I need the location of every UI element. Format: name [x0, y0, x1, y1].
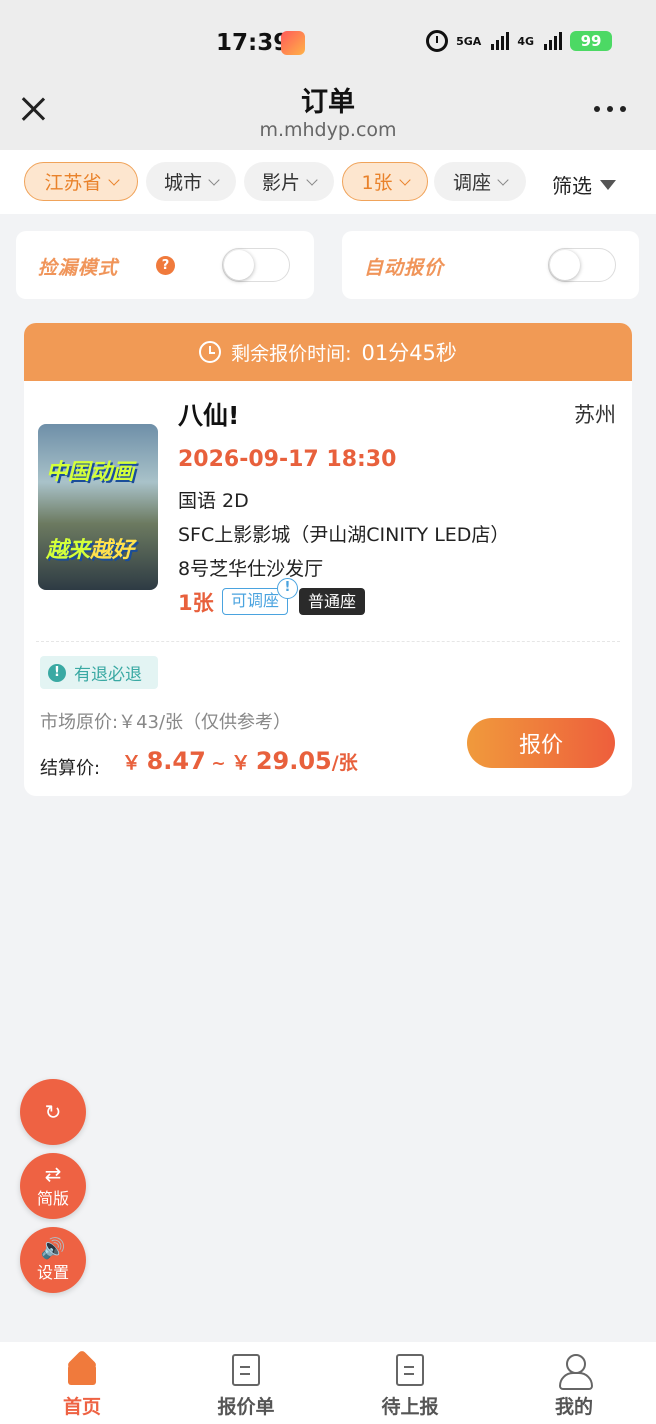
signal-5g-icon: [491, 32, 510, 50]
leak-mode-label: 捡漏模式: [38, 257, 119, 279]
simple-mode-button[interactable]: ⇄ 简版: [20, 1153, 86, 1219]
system-status-icons: 5GA 4G 99: [426, 30, 612, 52]
filter-seat-adjust[interactable]: 调座: [434, 162, 526, 201]
nav-pending[interactable]: 待上报: [328, 1342, 492, 1424]
nav-quotes-label: 报价单: [217, 1396, 275, 1418]
battery-indicator: 99: [570, 31, 612, 51]
chevron-down-icon: [497, 173, 509, 186]
timer-label: 剩余报价时间:: [231, 342, 352, 365]
movie-title: 八仙!: [178, 401, 240, 430]
chevron-down-icon: [208, 173, 220, 186]
document-icon: [232, 1354, 260, 1386]
filter-movie[interactable]: 影片: [244, 162, 334, 201]
timer-value: 01分45秒: [361, 341, 457, 365]
filter-button-label: 筛选: [552, 174, 592, 198]
nav-quotes[interactable]: 报价单: [164, 1342, 328, 1424]
filter-seat-adjust-label: 调座: [452, 172, 491, 194]
user-icon: [558, 1354, 593, 1390]
settings-label: 设置: [36, 1263, 69, 1282]
settle-price-range: ￥ 8.47 ~ ￥ 29.05/张: [122, 747, 358, 775]
settings-button[interactable]: 🔊 设置: [20, 1227, 86, 1293]
filter-province-label: 江苏省: [44, 172, 102, 194]
filter-city-label: 城市: [163, 172, 202, 194]
nav-home[interactable]: 首页: [0, 1342, 164, 1424]
swap-icon: ⇄: [44, 1162, 62, 1186]
cinema-name: SFC上影影城（尹山湖CINITY LED店）: [178, 524, 510, 546]
refund-badge: ! 有退必退: [40, 656, 158, 689]
range-separator: ~: [211, 754, 226, 774]
order-card: 剩余报价时间: 01分45秒 中国动画 越来越好 八仙! 苏州 2026-09-…: [24, 323, 632, 796]
simple-mode-label: 简版: [36, 1189, 69, 1208]
page-title: 订单: [301, 87, 355, 118]
filter-movie-label: 影片: [261, 172, 300, 194]
refresh-icon: ↻: [44, 1100, 62, 1124]
settle-min: 8.47: [146, 747, 206, 775]
alarm-icon: [426, 30, 449, 52]
refund-label: 有退必退: [74, 665, 142, 685]
home-icon: [66, 1354, 98, 1386]
leak-mode-card: 捡漏模式 ?: [16, 231, 314, 299]
network-5g-label: 5GA: [456, 34, 482, 48]
nav-profile-label: 我的: [554, 1396, 593, 1418]
page-url: m.mhdyp.com: [259, 119, 397, 141]
network-4g-label: 4G: [517, 34, 534, 48]
filter-button[interactable]: 筛选: [552, 170, 616, 199]
poster-text-line2a: 越来: [46, 538, 91, 563]
switch-knob: [224, 250, 254, 280]
order-city: 苏州: [574, 403, 616, 427]
chevron-down-icon: [306, 173, 318, 186]
market-price: 市场原价:￥43/张（仅供参考）: [40, 712, 292, 733]
bottom-nav: 首页 报价单 待上报 我的: [0, 1342, 656, 1424]
hall-name: 8号芝华仕沙发厅: [178, 558, 324, 580]
auto-quote-label: 自动报价: [364, 257, 445, 279]
top-bar: 17:39 5GA 4G 99 订单 m.mhdyp.com: [0, 0, 656, 150]
movie-poster[interactable]: 中国动画 越来越好: [38, 424, 158, 590]
refund-info-icon: !: [48, 663, 66, 682]
filter-tickets-label: 1张: [361, 172, 393, 194]
quote-button[interactable]: 报价: [467, 718, 615, 768]
signal-4g-icon: [544, 32, 562, 50]
settle-price-label: 结算价:: [40, 758, 101, 779]
poster-text-line2b: 越好: [90, 538, 135, 563]
currency-symbol: ￥: [231, 752, 251, 774]
info-icon[interactable]: !: [277, 578, 298, 599]
show-time: 2026-09-17 18:30: [178, 447, 397, 472]
leak-mode-switch[interactable]: [222, 248, 290, 282]
timer-bar: 剩余报价时间: 01分45秒: [24, 323, 632, 381]
auto-quote-switch[interactable]: [548, 248, 616, 282]
nav-home-label: 首页: [62, 1396, 101, 1418]
language-format: 国语 2D: [178, 490, 249, 512]
filter-tickets[interactable]: 1张: [342, 162, 428, 201]
nav-profile[interactable]: 我的: [492, 1342, 656, 1424]
settle-max: 29.05: [255, 747, 332, 775]
document-icon: [396, 1354, 424, 1386]
chevron-down-icon: [107, 173, 120, 186]
clock-icon: [199, 341, 222, 363]
currency-symbol: ￥: [122, 752, 142, 774]
price-unit: /张: [331, 752, 358, 774]
nav-pending-label: 待上报: [381, 1396, 439, 1418]
dashed-divider: [36, 641, 620, 642]
chevron-down-icon: [398, 173, 411, 186]
refresh-button[interactable]: ↻: [20, 1079, 86, 1145]
switch-knob: [550, 250, 580, 280]
auto-quote-card: 自动报价: [342, 231, 639, 299]
app-notification-icon: [281, 31, 305, 55]
speaker-icon: 🔊: [40, 1236, 66, 1260]
help-icon[interactable]: ?: [156, 256, 175, 275]
filter-bar: 江苏省 城市 影片 1张 调座 筛选: [0, 150, 656, 214]
filter-city[interactable]: 城市: [146, 162, 236, 201]
status-time: 17:39: [216, 30, 290, 56]
filter-province[interactable]: 江苏省: [24, 162, 138, 201]
ticket-quantity: 1张: [178, 591, 214, 615]
poster-text-line1: 中国动画: [46, 460, 135, 485]
poster-text-line2: 越来越好: [46, 532, 134, 564]
more-options-icon[interactable]: [594, 106, 626, 112]
seat-type-tag: 普通座: [299, 588, 366, 615]
funnel-icon: [600, 179, 616, 190]
